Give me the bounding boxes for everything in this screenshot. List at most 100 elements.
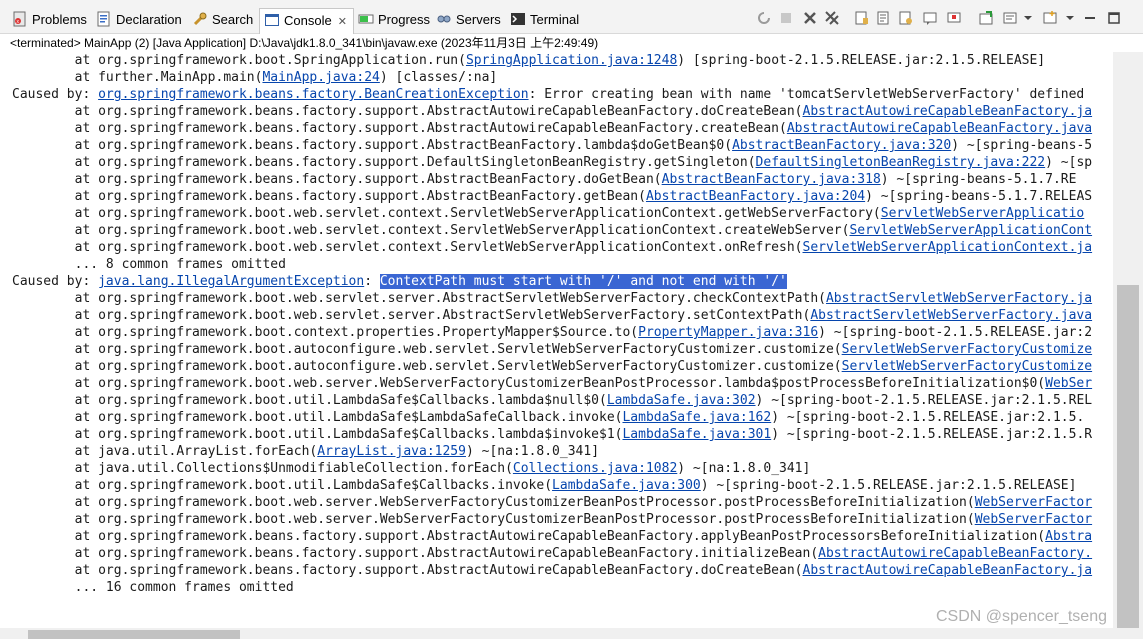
stacktrace-link[interactable]: DefaultSingletonBeanRegistry.java:222	[756, 155, 1046, 170]
console-text: at org.springframework.boot.web.servlet.…	[12, 291, 826, 306]
console-line: ... 16 common frames omitted	[12, 579, 294, 596]
stacktrace-link[interactable]: AbstractAutowireCapableBeanFactory.java	[787, 121, 1092, 136]
stacktrace-link[interactable]: LambdaSafe.java:301	[622, 427, 771, 442]
terminate-icon[interactable]	[778, 10, 794, 26]
console-text: at org.springframework.boot.util.LambdaS…	[12, 410, 623, 425]
stacktrace-link[interactable]: AbstractAutowireCapableBeanFactory.ja	[803, 104, 1093, 119]
console-text: at org.springframework.boot.context.prop…	[12, 325, 639, 340]
stacktrace-link[interactable]: AbstractAutowireCapableBeanFactory.	[818, 546, 1092, 561]
console-line: at org.springframework.beans.factory.sup…	[12, 545, 1092, 562]
stacktrace-link[interactable]: LambdaSafe.java:300	[552, 478, 701, 493]
stacktrace-link[interactable]: WebSer	[1045, 376, 1092, 391]
stacktrace-link[interactable]: AbstractBeanFactory.java:204	[646, 189, 865, 204]
stacktrace-link[interactable]: PropertyMapper.java:316	[638, 325, 818, 340]
open-console-icon[interactable]	[978, 10, 994, 26]
console-line: at org.springframework.boot.util.LambdaS…	[12, 409, 1085, 426]
console-text: ) ~[spring-boot-2.1.5.RELEASE.jar:2.1.5.…	[755, 393, 1093, 408]
word-wrap-icon[interactable]	[876, 10, 892, 26]
view-menu-chevron-icon[interactable]	[1062, 10, 1078, 26]
tab-console[interactable]: Console ✕	[259, 8, 354, 34]
console-text: at org.springframework.beans.factory.sup…	[12, 104, 803, 119]
stacktrace-link[interactable]: ServletWebServerApplicationCont	[849, 223, 1092, 238]
console-line: at org.springframework.boot.web.servlet.…	[12, 222, 1092, 239]
tab-terminal[interactable]: Terminal	[510, 10, 579, 30]
launch-status-line: <terminated> MainApp (2) [Java Applicati…	[0, 34, 1143, 52]
stacktrace-link[interactable]: LambdaSafe.java:162	[622, 410, 771, 425]
console-line: at org.springframework.boot.web.servlet.…	[12, 239, 1092, 256]
console-text: at org.springframework.beans.factory.sup…	[12, 155, 756, 170]
console-line: at java.util.Collections$UnmodifiableCol…	[12, 460, 811, 477]
tab-search[interactable]: Search	[192, 10, 253, 30]
console-line: at org.springframework.boot.autoconfigur…	[12, 341, 1092, 358]
tab-console-label: Console	[284, 13, 332, 28]
console-line: ... 8 common frames omitted	[12, 256, 286, 273]
stacktrace-link[interactable]: ServletWebServerApplicatio	[881, 206, 1085, 221]
console-text: at java.util.Collections$UnmodifiableCol…	[12, 461, 513, 476]
console-text: at org.springframework.boot.util.LambdaS…	[12, 427, 623, 442]
stacktrace-link[interactable]: ServletWebServerFactoryCustomize	[842, 342, 1092, 357]
stacktrace-link[interactable]: ServletWebServerApplicationContext.ja	[803, 240, 1093, 255]
stacktrace-link[interactable]: AbstractAutowireCapableBeanFactory.ja	[803, 563, 1093, 578]
console-line: at org.springframework.beans.factory.sup…	[12, 137, 1093, 154]
vertical-scrollbar-thumb[interactable]	[1117, 285, 1139, 628]
console-text: at org.springframework.boot.web.servlet.…	[12, 223, 850, 238]
tab-servers[interactable]: Servers	[436, 10, 501, 30]
console-text: :	[364, 274, 380, 289]
console-line: at org.springframework.beans.factory.sup…	[12, 562, 1092, 579]
tab-progress-label: Progress	[378, 12, 431, 27]
stacktrace-link[interactable]: AbstractServletWebServerFactory.java	[810, 308, 1092, 323]
stacktrace-link[interactable]: AbstractBeanFactory.java:318	[662, 172, 881, 187]
stacktrace-link[interactable]: WebServerFactor	[975, 512, 1092, 527]
tab-declaration[interactable]: Declaration	[96, 10, 182, 30]
watermark: CSDN @spencer_tseng	[936, 608, 1107, 625]
stacktrace-link[interactable]: Abstra	[1045, 529, 1092, 544]
remove-launch-icon[interactable]	[802, 10, 818, 26]
console-text: at org.springframework.boot.util.LambdaS…	[12, 478, 553, 493]
search-icon	[193, 12, 207, 26]
stacktrace-link[interactable]: AbstractServletWebServerFactory.ja	[826, 291, 1092, 306]
console-text: Caused by:	[12, 87, 99, 102]
stacktrace-link[interactable]: Collections.java:1082	[513, 461, 677, 476]
show-on-stdout-icon[interactable]	[922, 10, 938, 26]
console-text: ) ~[na:1.8.0_341]	[465, 444, 600, 459]
refresh-icon[interactable]	[756, 10, 772, 26]
console-text: ) [classes/:na]	[379, 70, 498, 85]
pin-console-icon[interactable]	[898, 10, 914, 26]
close-icon[interactable]: ✕	[338, 16, 347, 28]
stacktrace-link[interactable]: LambdaSafe.java:302	[607, 393, 756, 408]
console-output[interactable]: at org.springframework.boot.SpringApplic…	[0, 52, 1113, 628]
tab-declaration-label: Declaration	[116, 12, 182, 27]
console-text: at org.springframework.beans.factory.sup…	[12, 546, 819, 561]
stacktrace-link[interactable]: ArrayList.java:1259	[317, 444, 466, 459]
console-line: Caused by: java.lang.IllegalArgumentExce…	[12, 273, 787, 290]
minimize-icon[interactable]	[1082, 10, 1098, 26]
stacktrace-link[interactable]: org.springframework.beans.factory.BeanCr…	[98, 87, 528, 102]
console-line: at org.springframework.boot.SpringApplic…	[12, 52, 1046, 69]
view-tab-bar: x Problems Declaration Search Console ✕ Pr…	[0, 0, 1143, 34]
console-line: at org.springframework.boot.web.servlet.…	[12, 290, 1092, 307]
new-console-view-icon[interactable]	[1042, 10, 1058, 26]
console-text: : Error creating bean with name 'tomcatS…	[528, 87, 1085, 102]
console-text: at org.springframework.boot.autoconfigur…	[12, 359, 842, 374]
progress-icon	[358, 14, 374, 24]
problems-icon: x	[13, 11, 26, 27]
maximize-icon[interactable]	[1106, 10, 1122, 26]
scroll-lock-icon[interactable]	[854, 10, 870, 26]
display-console-icon[interactable]	[1002, 10, 1018, 26]
tab-problems[interactable]: x Problems	[12, 10, 87, 30]
stacktrace-link[interactable]: MainApp.java:24	[262, 70, 379, 85]
stacktrace-link[interactable]: AbstractBeanFactory.java:320	[732, 138, 951, 153]
console-icon	[265, 14, 279, 26]
tab-progress[interactable]: Progress	[358, 10, 430, 30]
remove-all-terminated-icon[interactable]	[824, 10, 840, 26]
stacktrace-link[interactable]: WebServerFactor	[975, 495, 1092, 510]
stacktrace-link[interactable]: SpringApplication.java:1248	[466, 53, 677, 68]
console-text: ) ~[spring-boot-2.1.5.RELEASE.jar:2.1.5.	[771, 410, 1085, 425]
show-on-stderr-icon[interactable]	[946, 10, 962, 26]
stacktrace-link[interactable]: java.lang.IllegalArgumentException	[98, 274, 364, 289]
console-line: at further.MainApp.main(MainApp.java:24)…	[12, 69, 498, 86]
chevron-down-icon[interactable]	[1020, 10, 1036, 26]
console-line: at org.springframework.boot.context.prop…	[12, 324, 1092, 341]
stacktrace-link[interactable]: ServletWebServerFactoryCustomize	[842, 359, 1092, 374]
horizontal-scrollbar-thumb[interactable]	[28, 630, 240, 639]
